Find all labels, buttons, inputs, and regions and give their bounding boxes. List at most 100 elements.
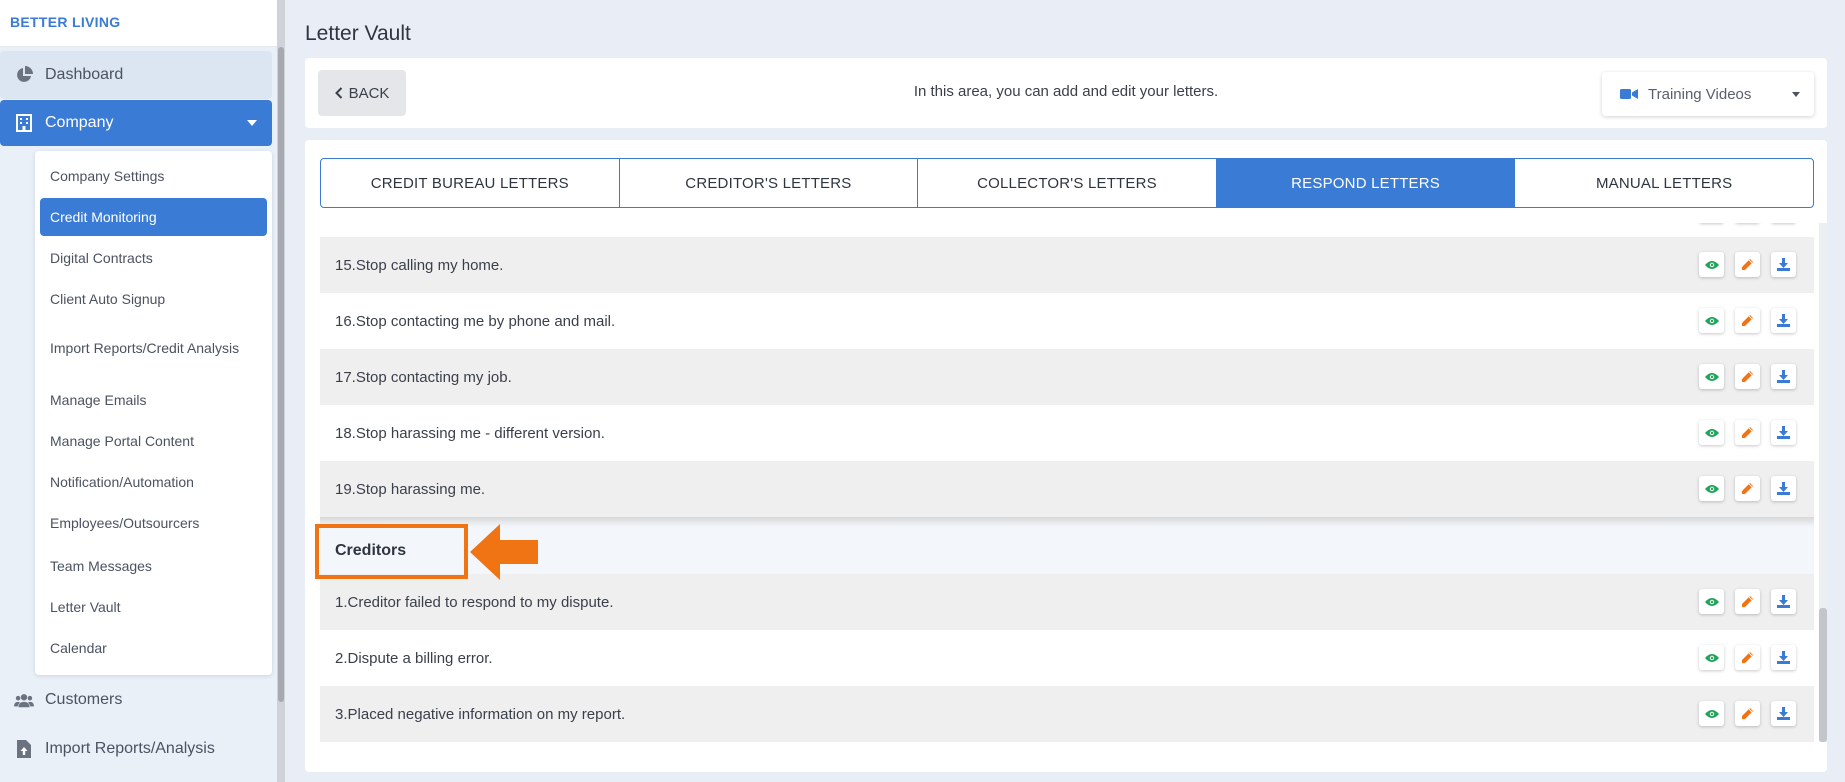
submenu-team-messages[interactable]: Team Messages [40, 551, 267, 581]
back-button-label: BACK [348, 84, 390, 102]
nav-customers-label: Customers [45, 691, 123, 708]
users-icon [14, 690, 34, 710]
nav-dashboard[interactable]: Dashboard [0, 51, 272, 99]
download-icon [1777, 707, 1790, 720]
download-icon [1777, 651, 1790, 664]
row-actions [1699, 308, 1796, 333]
file-upload-icon [14, 739, 34, 759]
view-button[interactable] [1699, 364, 1724, 389]
download-button[interactable] [1771, 476, 1796, 501]
download-button[interactable] [1771, 308, 1796, 333]
nav-company-label: Company [45, 114, 114, 131]
tab-creditors-letters[interactable]: CREDITOR'S LETTERS [620, 159, 919, 207]
letters-list: 15.Stop calling my home. 16.Stop contact… [320, 223, 1814, 742]
submenu-import-reports[interactable]: Import Reports/Credit Analysis [40, 326, 267, 370]
building-icon [14, 113, 34, 133]
eye-icon [1704, 428, 1719, 437]
eye-icon [1704, 372, 1719, 381]
row-actions [1699, 589, 1796, 614]
row-actions [1699, 476, 1796, 501]
view-button[interactable] [1699, 308, 1724, 333]
view-button[interactable] [1699, 476, 1724, 501]
submenu-manage-emails[interactable]: Manage Emails [40, 385, 267, 415]
list-scrollbar-thumb[interactable] [1819, 608, 1827, 742]
edit-button[interactable] [1735, 308, 1760, 333]
submenu-credit-monitoring[interactable]: Credit Monitoring [40, 198, 267, 236]
letter-title: 3.Placed negative information on my repo… [335, 705, 626, 723]
edit-button[interactable] [1735, 420, 1760, 445]
pencil-icon [1742, 483, 1753, 494]
edit-button[interactable] [1735, 645, 1760, 670]
submenu-calendar[interactable]: Calendar [40, 633, 267, 663]
submenu-manage-portal-content[interactable]: Manage Portal Content [40, 426, 267, 456]
training-videos-dropdown[interactable]: Training Videos [1602, 72, 1814, 116]
download-button[interactable] [1771, 364, 1796, 389]
download-icon [1777, 258, 1790, 271]
page-title: Letter Vault [305, 22, 411, 45]
download-button[interactable] [1771, 589, 1796, 614]
list-item: 15.Stop calling my home. [320, 237, 1814, 293]
row-actions [1699, 701, 1796, 726]
eye-icon [1704, 316, 1719, 325]
nav-dashboard-label: Dashboard [45, 66, 124, 83]
eye-icon [1704, 260, 1719, 269]
info-text: In this area, you can add and edit your … [913, 83, 1219, 100]
submenu-notification-automation[interactable]: Notification/Automation [40, 467, 267, 497]
edit-button[interactable] [1735, 252, 1760, 277]
letter-title: 15.Stop calling my home. [335, 256, 504, 274]
header-card: BACK In this area, you can add and edit … [305, 58, 1827, 128]
tab-credit-bureau-letters[interactable]: CREDIT BUREAU LETTERS [321, 159, 620, 207]
pencil-icon [1742, 259, 1753, 270]
view-button[interactable] [1699, 420, 1724, 445]
view-button[interactable] [1699, 701, 1724, 726]
download-button[interactable] [1771, 701, 1796, 726]
section-divider [320, 517, 1814, 527]
back-button[interactable]: BACK [318, 70, 406, 116]
submenu-digital-contracts[interactable]: Digital Contracts [40, 243, 267, 273]
submenu-employees-outsourcers[interactable]: Employees/Outsourcers [40, 508, 267, 538]
eye-icon [1704, 484, 1719, 493]
download-icon [1777, 595, 1790, 608]
list-item: 18.Stop harassing me - different version… [320, 405, 1814, 461]
nav-customers[interactable]: Customers [0, 676, 272, 724]
row-actions [1699, 420, 1796, 445]
list-item: 1.Creditor failed to respond to my dispu… [320, 574, 1814, 630]
list-item: 2.Dispute a billing error. [320, 630, 1814, 686]
section-header-creditors: Creditors [320, 527, 1814, 574]
tab-respond-letters[interactable]: RESPOND LETTERS [1216, 159, 1516, 207]
tab-manual-letters[interactable]: MANUAL LETTERS [1515, 159, 1813, 207]
tab-collectors-letters[interactable]: COLLECTOR'S LETTERS [918, 159, 1217, 207]
submenu-company-settings[interactable]: Company Settings [40, 161, 267, 191]
video-camera-icon [1620, 88, 1638, 100]
pie-chart-icon [14, 65, 34, 85]
edit-button[interactable] [1735, 589, 1760, 614]
download-button[interactable] [1771, 645, 1796, 670]
letter-tabs: CREDIT BUREAU LETTERS CREDITOR'S LETTERS… [320, 158, 1814, 208]
edit-button[interactable] [1735, 476, 1760, 501]
letter-title: 1.Creditor failed to respond to my dispu… [335, 593, 614, 611]
caret-down-icon [1792, 92, 1800, 97]
download-button[interactable] [1771, 252, 1796, 277]
letter-title: 19.Stop harassing me. [335, 480, 486, 498]
download-icon [1777, 314, 1790, 327]
pencil-icon [1742, 708, 1753, 719]
edit-button[interactable] [1735, 364, 1760, 389]
view-button[interactable] [1699, 252, 1724, 277]
nav-import-label: Import Reports/Analysis [45, 740, 215, 757]
nav-company[interactable]: Company [0, 100, 272, 146]
chevron-left-icon [334, 87, 342, 99]
list-item: 16.Stop contacting me by phone and mail. [320, 293, 1814, 349]
submenu-letter-vault[interactable]: Letter Vault [40, 592, 267, 622]
download-button[interactable] [1771, 420, 1796, 445]
edit-button[interactable] [1735, 701, 1760, 726]
view-button[interactable] [1699, 645, 1724, 670]
chevron-down-icon [247, 120, 257, 126]
list-item: 3.Placed negative information on my repo… [320, 686, 1814, 742]
nav-import-reports[interactable]: Import Reports/Analysis [0, 725, 272, 773]
sidebar-scrollbar-thumb[interactable] [278, 47, 284, 702]
submenu-client-auto-signup[interactable]: Client Auto Signup [40, 284, 267, 314]
eye-icon [1704, 709, 1719, 718]
brand-header[interactable]: BETTER LIVING [0, 0, 285, 47]
pencil-icon [1742, 596, 1753, 607]
view-button[interactable] [1699, 589, 1724, 614]
